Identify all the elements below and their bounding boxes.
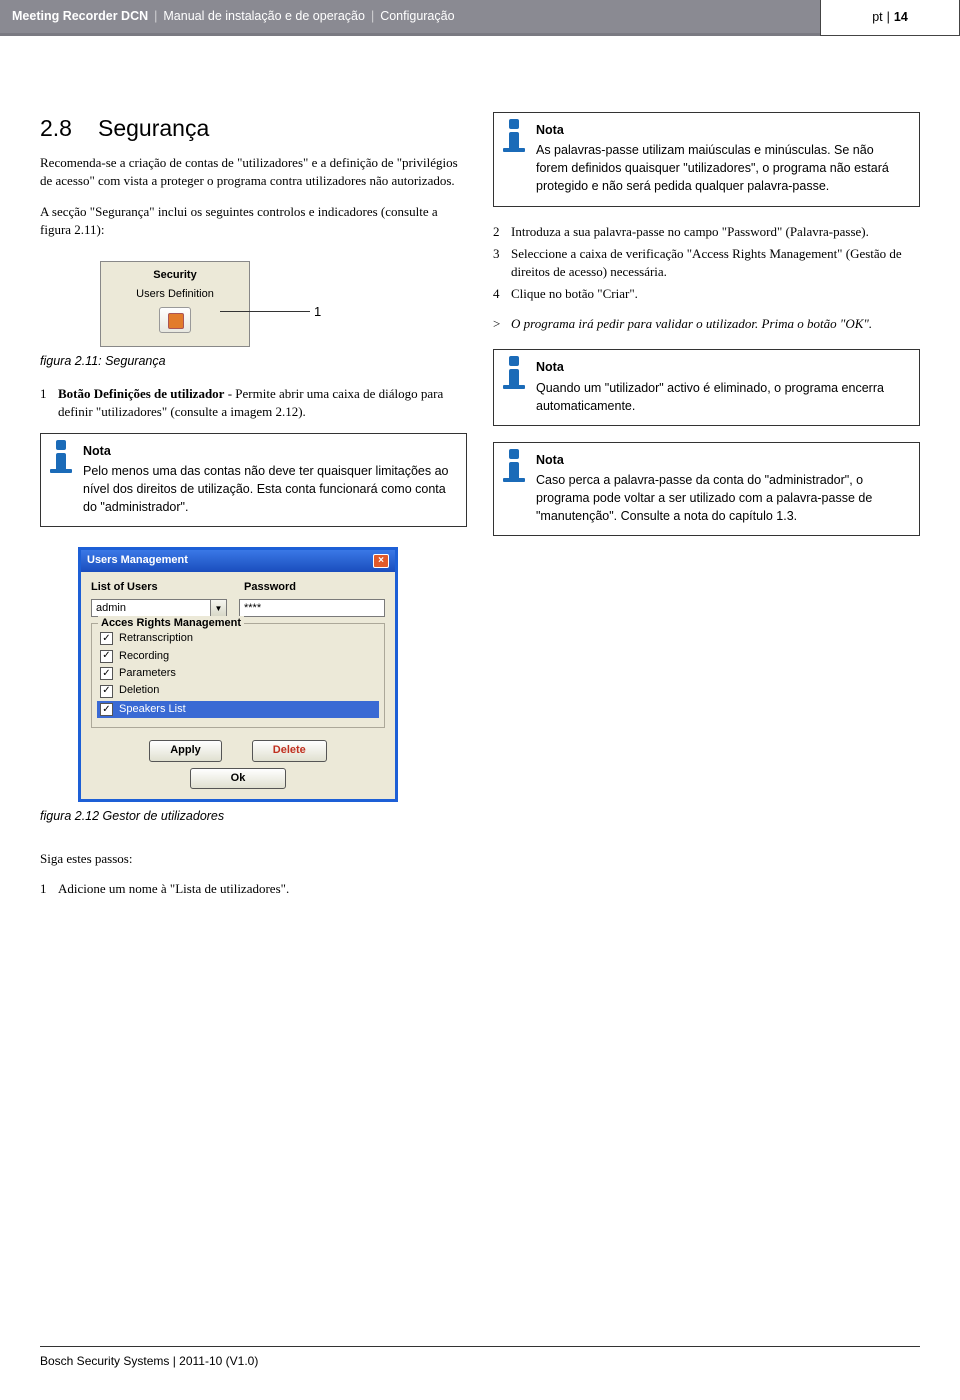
- chevron-down-icon[interactable]: ▼: [211, 599, 227, 617]
- close-icon[interactable]: ×: [373, 554, 389, 568]
- access-rights-group: Acces Rights Management ✓Retranscription…: [91, 623, 385, 728]
- note-admin-account: Nota Pelo menos uma das contas não deve …: [40, 433, 467, 528]
- figure-2-11-caption: figura 2.11: Segurança: [40, 353, 467, 371]
- dialog-titlebar: Users Management ×: [81, 550, 395, 571]
- intro-paragraph-1: Recomenda-se a criação de contas de "uti…: [40, 154, 467, 190]
- check-deletion[interactable]: ✓Deletion: [100, 682, 376, 699]
- check-parameters[interactable]: ✓Parameters: [100, 665, 376, 682]
- password-label: Password: [244, 580, 385, 595]
- security-panel-subtitle: Users Definition: [101, 287, 249, 302]
- delete-button[interactable]: Delete: [252, 740, 327, 761]
- info-icon: [47, 440, 75, 468]
- password-input[interactable]: ****: [239, 599, 385, 617]
- breadcrumb: Meeting Recorder DCN | Manual de instala…: [0, 0, 820, 36]
- security-panel: Security Users Definition: [100, 261, 250, 347]
- info-icon: [500, 449, 528, 477]
- users-management-dialog: Users Management × List of Users Passwor…: [78, 547, 398, 802]
- follow-steps-intro: Siga estes passos:: [40, 850, 467, 868]
- note-password-case: Nota As palavras-passe utilizam maiúscul…: [493, 112, 920, 207]
- user-list-input[interactable]: admin: [91, 599, 211, 617]
- step-3: 3Seleccione a caixa de verificação "Acce…: [493, 245, 920, 281]
- note-lost-password: Nota Caso perca a palavra-passe da conta…: [493, 442, 920, 537]
- page-header: Meeting Recorder DCN | Manual de instala…: [0, 0, 960, 36]
- figure-2-11: Security Users Definition 1: [40, 261, 467, 347]
- product-name: Meeting Recorder DCN: [12, 8, 148, 26]
- dialog-title: Users Management: [87, 553, 188, 568]
- step-4: 4Clique no botão "Criar".: [493, 285, 920, 303]
- note-delete-user: Nota Quando um "utilizador" activo é eli…: [493, 349, 920, 425]
- ok-button[interactable]: Ok: [190, 768, 287, 789]
- figure-2-12-caption: figura 2.12 Gestor de utilizadores: [40, 808, 467, 826]
- intro-paragraph-2: A secção "Segurança" inclui os seguintes…: [40, 203, 467, 239]
- info-icon: [500, 119, 528, 147]
- access-rights-legend: Acces Rights Management: [98, 616, 244, 631]
- doc-subtitle: Manual de instalação e de operação: [163, 8, 365, 26]
- check-retranscription[interactable]: ✓Retranscription: [100, 630, 376, 647]
- security-panel-title: Security: [101, 266, 249, 285]
- follow-step-1: 1Adicione um nome à "Lista de utilizador…: [40, 880, 467, 898]
- check-speakers-list[interactable]: ✓Speakers List: [97, 701, 379, 718]
- apply-button[interactable]: Apply: [149, 740, 222, 761]
- page-footer: Bosch Security Systems | 2011-10 (V1.0): [40, 1346, 920, 1370]
- users-definition-button[interactable]: [159, 307, 191, 333]
- definition-item-1: 1 Botão Definições de utilizador - Permi…: [40, 385, 467, 421]
- callout-1: 1: [314, 303, 321, 321]
- doc-section: Configuração: [380, 8, 454, 26]
- step-2: 2Introduza a sua palavra-passe no campo …: [493, 223, 920, 241]
- list-of-users-label: List of Users: [91, 580, 232, 595]
- step-result: >O programa irá pedir para validar o uti…: [493, 315, 920, 333]
- info-icon: [500, 356, 528, 384]
- section-heading: 2.8Segurança: [40, 112, 467, 144]
- page-indicator: pt | 14: [820, 0, 960, 36]
- check-recording[interactable]: ✓Recording: [100, 648, 376, 665]
